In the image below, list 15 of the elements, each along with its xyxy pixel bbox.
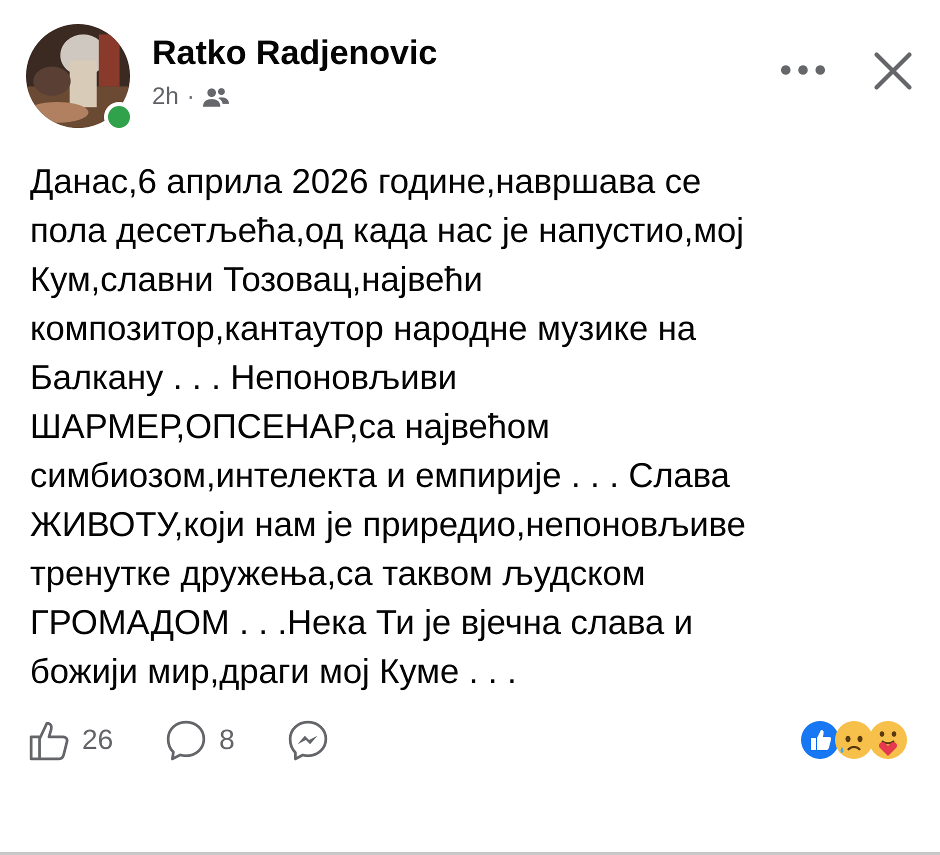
like-reaction-icon [800,720,840,760]
action-count: 8 [219,724,235,756]
close-icon[interactable] [874,52,912,90]
action-count: 26 [82,724,114,756]
thumbs-up-icon[interactable] [28,719,70,761]
author-name[interactable]: Ratko Radjenovic [152,34,438,73]
messenger-icon[interactable] [286,719,329,761]
post-text: Данас,6 априла 2026 године,навршава се пола десетљећа,од када нас је напустио,мој Кум,славни Тозовац,највећи композитор,кантаутор народне музике на Балкану . . . Непоновљиви ШАРМЕР,ОПСЕНАР,са највећом симбиозом,интелекта и емпирије . . . Слава ЖИВОТУ,који нам је приредио,непоновљиве тренутке дружења,са таквом људском ГРОМАДОМ . . .Нека Ти је вјечна слава и божији мир,драги мој Куме . . . [30,162,747,693]
friends-icon [202,86,229,108]
post-time[interactable]: 2h [152,83,179,111]
sad-face-icon [834,720,874,760]
more-options-icon[interactable] [780,64,826,76]
hugging-face-icon [868,720,908,760]
separator-dot: · [186,83,195,111]
comment-icon[interactable] [165,719,208,761]
